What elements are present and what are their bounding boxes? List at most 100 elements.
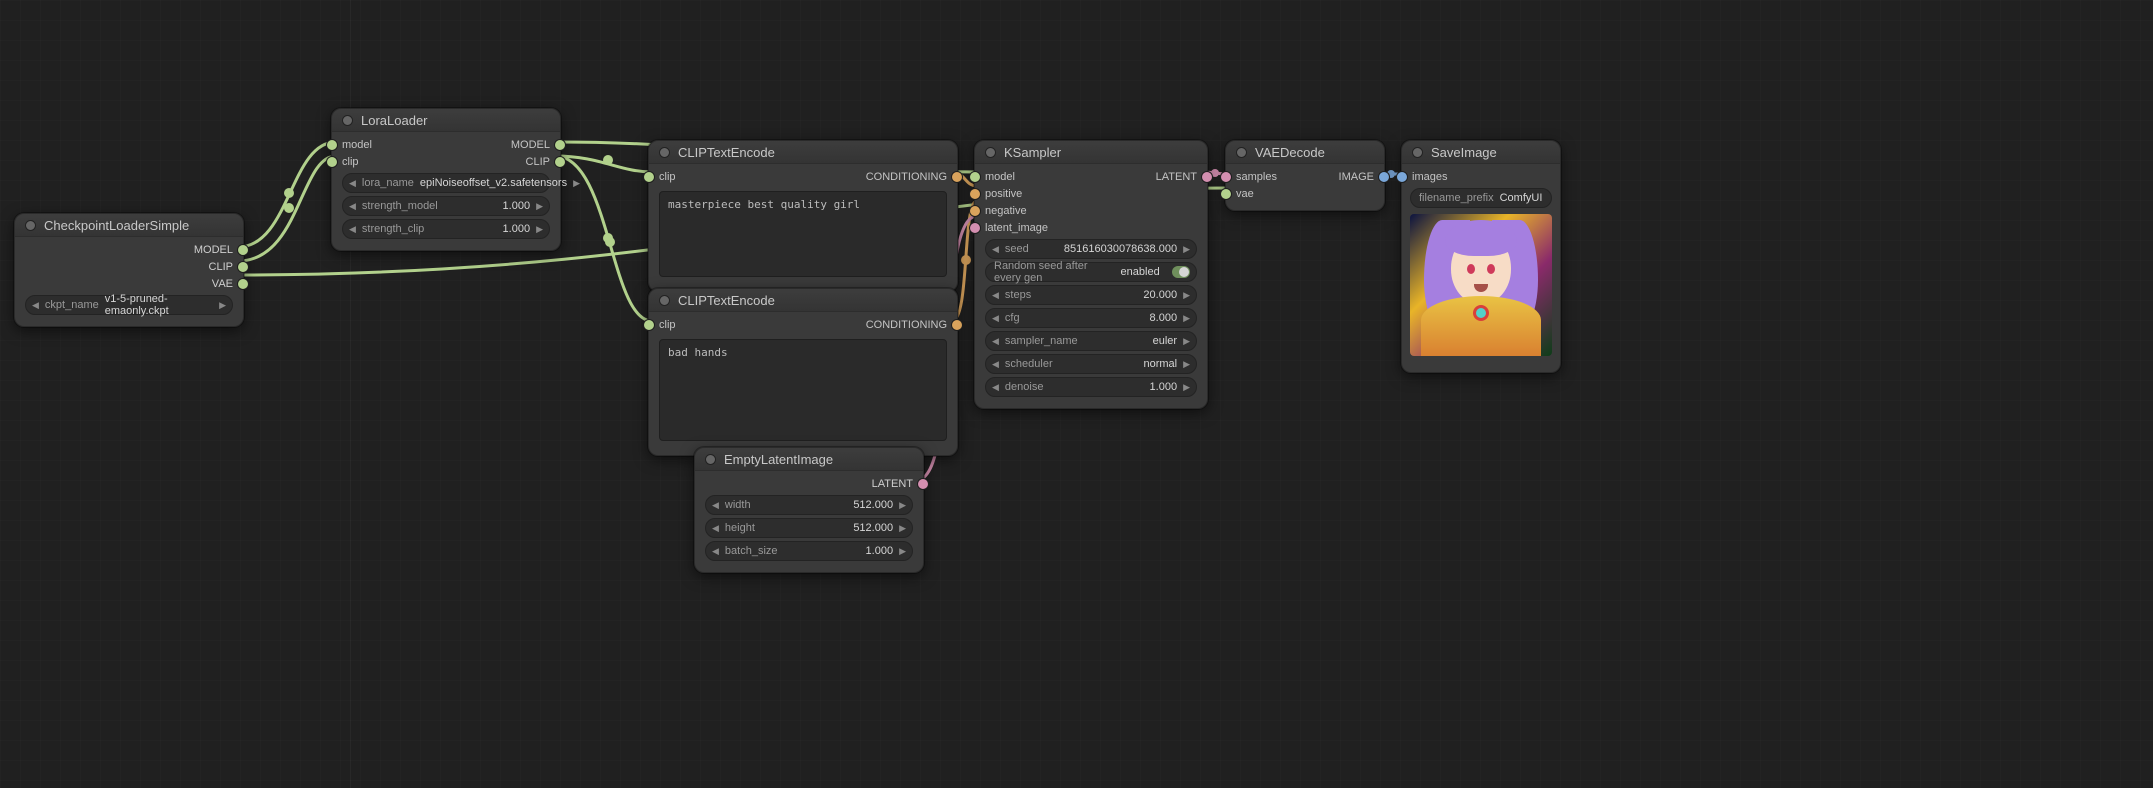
- chevron-left-icon[interactable]: ◀: [32, 300, 39, 311]
- widget-cfg[interactable]: ◀cfg8.000▶: [985, 308, 1197, 328]
- chevron-right-icon[interactable]: ▶: [219, 300, 226, 311]
- prompt-textarea[interactable]: masterpiece best quality girl: [659, 191, 947, 277]
- node-lora-loader[interactable]: LoraLoader model MODEL clip CLIP ◀lora_n…: [331, 108, 561, 251]
- node-title[interactable]: CLIPTextEncode: [649, 289, 957, 312]
- widget-filename-prefix[interactable]: filename_prefixComfyUI: [1410, 188, 1552, 208]
- widget-batch-size[interactable]: ◀batch_size1.000▶: [705, 541, 913, 561]
- chevron-right-icon[interactable]: ▶: [1183, 244, 1190, 255]
- collapse-dot-icon[interactable]: [659, 147, 670, 158]
- widget-scheduler[interactable]: ◀schedulernormal▶: [985, 354, 1197, 374]
- chevron-left-icon[interactable]: ◀: [992, 359, 999, 370]
- collapse-dot-icon[interactable]: [342, 115, 353, 126]
- input-port-clip[interactable]: [643, 319, 655, 331]
- chevron-right-icon[interactable]: ▶: [1183, 336, 1190, 347]
- output-label: LATENT: [872, 478, 913, 490]
- output-port-conditioning[interactable]: [951, 171, 963, 183]
- node-clip-text-encode-negative[interactable]: CLIPTextEncode clip CONDITIONING bad han…: [648, 288, 958, 456]
- chevron-right-icon[interactable]: ▶: [1183, 382, 1190, 393]
- output-port-clip[interactable]: [554, 156, 566, 168]
- widget-lora-name[interactable]: ◀lora_nameepiNoiseoffset_v2.safetensors▶: [342, 173, 550, 193]
- collapse-dot-icon[interactable]: [25, 220, 36, 231]
- collapse-dot-icon[interactable]: [985, 147, 996, 158]
- widget-label: strength_model: [362, 200, 438, 212]
- output-port-clip[interactable]: [237, 261, 249, 273]
- chevron-right-icon[interactable]: ▶: [899, 523, 906, 534]
- node-save-image[interactable]: SaveImage images filename_prefixComfyUI: [1401, 140, 1561, 373]
- widget-random-seed[interactable]: Random seed after every genenabled: [985, 262, 1197, 282]
- chevron-right-icon[interactable]: ▶: [536, 224, 543, 235]
- widget-value: 1.000: [1150, 381, 1178, 393]
- widget-value: 20.000: [1143, 289, 1177, 301]
- widget-height[interactable]: ◀height512.000▶: [705, 518, 913, 538]
- output-port-vae[interactable]: [237, 278, 249, 290]
- chevron-left-icon[interactable]: ◀: [992, 244, 999, 255]
- widget-sampler-name[interactable]: ◀sampler_nameeuler▶: [985, 331, 1197, 351]
- node-clip-text-encode-positive[interactable]: CLIPTextEncode clip CONDITIONING masterp…: [648, 140, 958, 292]
- widget-ckpt-name[interactable]: ◀ ckpt_name v1-5-pruned-emaonly.ckpt ▶: [25, 295, 233, 315]
- output-port-model[interactable]: [237, 244, 249, 256]
- input-port-vae[interactable]: [1220, 188, 1232, 200]
- chevron-left-icon[interactable]: ◀: [349, 201, 356, 212]
- node-title[interactable]: EmptyLatentImage: [695, 448, 923, 471]
- output-port-latent[interactable]: [1201, 171, 1213, 183]
- chevron-right-icon[interactable]: ▶: [1183, 313, 1190, 324]
- node-title[interactable]: KSampler: [975, 141, 1207, 164]
- chevron-right-icon[interactable]: ▶: [1183, 359, 1190, 370]
- widget-denoise[interactable]: ◀denoise1.000▶: [985, 377, 1197, 397]
- chevron-right-icon[interactable]: ▶: [1183, 290, 1190, 301]
- chevron-right-icon[interactable]: ▶: [899, 500, 906, 511]
- node-empty-latent-image[interactable]: EmptyLatentImage LATENT ◀width512.000▶ ◀…: [694, 447, 924, 573]
- node-ksampler[interactable]: KSampler model LATENT positive negative …: [974, 140, 1208, 409]
- input-port-positive[interactable]: [969, 188, 981, 200]
- chevron-left-icon[interactable]: ◀: [992, 290, 999, 301]
- chevron-right-icon[interactable]: ▶: [536, 201, 543, 212]
- prompt-textarea[interactable]: bad hands: [659, 339, 947, 441]
- widget-steps[interactable]: ◀steps20.000▶: [985, 285, 1197, 305]
- input-port-samples[interactable]: [1220, 171, 1232, 183]
- input-port-clip[interactable]: [643, 171, 655, 183]
- chevron-left-icon[interactable]: ◀: [712, 500, 719, 511]
- widget-label: Random seed after every gen: [994, 260, 1115, 284]
- collapse-dot-icon[interactable]: [1236, 147, 1247, 158]
- chevron-left-icon[interactable]: ◀: [992, 382, 999, 393]
- input-port-model[interactable]: [969, 171, 981, 183]
- input-port-latent-image[interactable]: [969, 222, 981, 234]
- collapse-dot-icon[interactable]: [1412, 147, 1423, 158]
- node-title[interactable]: CLIPTextEncode: [649, 141, 957, 164]
- collapse-dot-icon[interactable]: [659, 295, 670, 306]
- chevron-right-icon[interactable]: ▶: [573, 178, 580, 189]
- title-text: CLIPTextEncode: [678, 145, 775, 160]
- widget-seed[interactable]: ◀seed851616030078638.000▶: [985, 239, 1197, 259]
- widget-label: seed: [1005, 243, 1029, 255]
- output-port-image[interactable]: [1378, 171, 1390, 183]
- input-port-model[interactable]: [326, 139, 338, 151]
- node-vae-decode[interactable]: VAEDecode samples IMAGE vae: [1225, 140, 1385, 211]
- input-port-negative[interactable]: [969, 205, 981, 217]
- node-title[interactable]: VAEDecode: [1226, 141, 1384, 164]
- node-title[interactable]: SaveImage: [1402, 141, 1560, 164]
- output-port-latent[interactable]: [917, 478, 929, 490]
- chevron-left-icon[interactable]: ◀: [992, 336, 999, 347]
- output-port-conditioning[interactable]: [951, 319, 963, 331]
- output-port-model[interactable]: [554, 139, 566, 151]
- node-title[interactable]: LoraLoader: [332, 109, 560, 132]
- collapse-dot-icon[interactable]: [705, 454, 716, 465]
- widget-width[interactable]: ◀width512.000▶: [705, 495, 913, 515]
- widget-strength-clip[interactable]: ◀strength_clip1.000▶: [342, 219, 550, 239]
- widget-strength-model[interactable]: ◀strength_model1.000▶: [342, 196, 550, 216]
- widget-value: 8.000: [1150, 312, 1178, 324]
- output-image-preview[interactable]: [1410, 214, 1552, 356]
- toggle-switch[interactable]: [1172, 266, 1190, 278]
- chevron-left-icon[interactable]: ◀: [712, 546, 719, 557]
- widget-label: width: [725, 499, 751, 511]
- node-title[interactable]: CheckpointLoaderSimple: [15, 214, 243, 237]
- input-port-images[interactable]: [1396, 171, 1408, 183]
- chevron-left-icon[interactable]: ◀: [712, 523, 719, 534]
- input-port-clip[interactable]: [326, 156, 338, 168]
- widget-value: euler: [1153, 335, 1177, 347]
- node-checkpoint-loader[interactable]: CheckpointLoaderSimple MODEL CLIP VAE ◀ …: [14, 213, 244, 327]
- chevron-right-icon[interactable]: ▶: [899, 546, 906, 557]
- chevron-left-icon[interactable]: ◀: [992, 313, 999, 324]
- chevron-left-icon[interactable]: ◀: [349, 178, 356, 189]
- chevron-left-icon[interactable]: ◀: [349, 224, 356, 235]
